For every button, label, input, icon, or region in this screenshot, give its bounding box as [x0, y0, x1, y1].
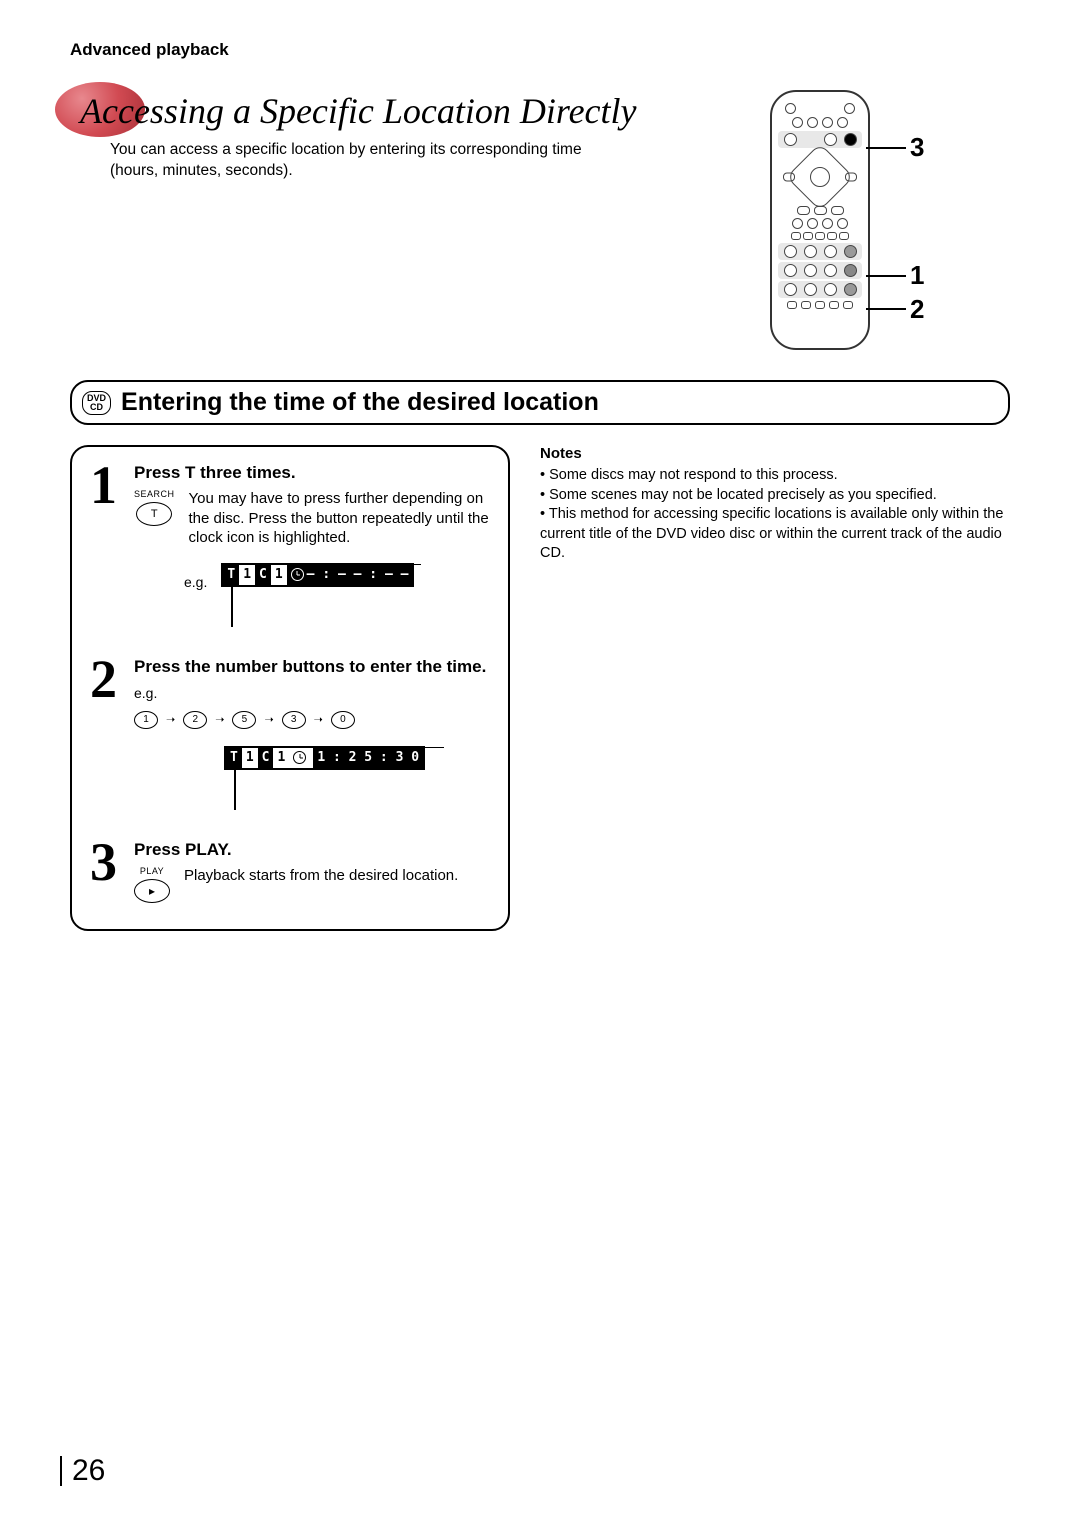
notes-list: Some discs may not respond to this proce… [540, 466, 1010, 564]
step-title: Press PLAY. [134, 840, 490, 860]
remote-row-highlight-2a [778, 262, 862, 279]
play-button-icon: PLAY ▸ [134, 866, 170, 903]
note-item: Some discs may not respond to this proce… [540, 466, 1010, 486]
title-row: Accessing a Specific Location Directly Y… [70, 90, 1010, 350]
num-button: 3 [282, 711, 306, 729]
osd-c: C [255, 565, 271, 585]
remote-row-highlight-3 [778, 131, 862, 148]
osd-c: C [258, 748, 274, 768]
num-button: 2 [183, 711, 207, 729]
osd-c-val: 1 [271, 565, 287, 585]
button-label: SEARCH [134, 489, 175, 499]
step-text: You may have to press further depending … [189, 489, 490, 548]
osd-time-seg: – : – – : – – [287, 565, 413, 585]
section-header: Advanced playback [70, 40, 1010, 60]
step-title: Press T three times. [134, 463, 490, 483]
step-number: 2 [90, 657, 124, 810]
step-1: 1 Press T three times. SEARCH T You may … [90, 463, 490, 627]
content-columns: 1 Press T three times. SEARCH T You may … [70, 445, 1010, 931]
osd-t: T [226, 748, 242, 768]
section-heading-box: DVD CD Entering the time of the desired … [70, 380, 1010, 425]
remote-row-highlight-2b [778, 281, 862, 298]
number-sequence: 1 ➝ 2 ➝ 5 ➝ 3 ➝ 0 [134, 711, 490, 729]
page-number: 26 [60, 1456, 105, 1486]
callout-2: 2 [910, 294, 924, 325]
arrow-icon: ➝ [264, 713, 273, 726]
osd-t-val: 1 [239, 565, 255, 585]
osd-clock-seg [289, 748, 313, 768]
manual-page: Advanced playback Accessing a Specific L… [0, 0, 1080, 1526]
notes-column: Notes Some discs may not respond to this… [540, 445, 1010, 564]
note-item: Some scenes may not be located precisely… [540, 486, 1010, 506]
num-button: 0 [331, 711, 355, 729]
osd-time: – : – – : – – [307, 567, 409, 582]
clock-icon [293, 751, 306, 764]
steps-box: 1 Press T three times. SEARCH T You may … [70, 445, 510, 931]
step-number: 3 [90, 840, 124, 903]
arrow-icon: ➝ [215, 713, 224, 726]
num-button: 1 [134, 711, 158, 729]
media-cd: CD [87, 403, 106, 412]
button-glyph: T [136, 502, 172, 526]
osd-display-1: T 1 C 1 – : – – : – – [221, 564, 421, 627]
example-label: e.g. [184, 574, 207, 590]
button-label: PLAY [140, 866, 164, 876]
clock-icon [291, 568, 304, 581]
step-2: 2 Press the number buttons to enter the … [90, 657, 490, 810]
section-heading: Entering the time of the desired locatio… [121, 388, 599, 417]
media-badge: DVD CD [82, 391, 111, 415]
note-item: This method for accessing specific locat… [540, 505, 1010, 564]
play-icon: ▸ [134, 879, 170, 903]
osd-display-2: T 1 C 1 1 : 2 5 : 3 0 [224, 747, 444, 810]
osd-c-val: 1 [273, 748, 289, 768]
callout-1: 1 [910, 260, 924, 291]
remote-diagram: 3 1 2 [770, 90, 1010, 350]
step-text: Playback starts from the desired locatio… [184, 866, 458, 886]
remote-row-highlight-1 [778, 243, 862, 260]
search-t-button-icon: SEARCH T [134, 489, 175, 526]
arrow-icon: ➝ [166, 713, 175, 726]
num-button: 5 [232, 711, 256, 729]
title-block: Accessing a Specific Location Directly Y… [70, 90, 750, 182]
osd-t: T [223, 565, 239, 585]
arrow-icon: ➝ [314, 713, 323, 726]
example-label: e.g. [134, 685, 490, 701]
step-3: 3 Press PLAY. PLAY ▸ Playback starts fro… [90, 840, 490, 903]
notes-heading: Notes [540, 445, 1010, 462]
osd-t-val: 1 [242, 748, 258, 768]
osd-time: 1 : 2 5 : 3 0 [313, 748, 423, 768]
remote-outline [770, 90, 870, 350]
step-title: Press the number buttons to enter the ti… [134, 657, 490, 677]
callout-3: 3 [910, 132, 924, 163]
step-number: 1 [90, 463, 124, 627]
page-title: Accessing a Specific Location Directly [70, 90, 750, 132]
page-description: You can access a specific location by en… [110, 140, 630, 182]
